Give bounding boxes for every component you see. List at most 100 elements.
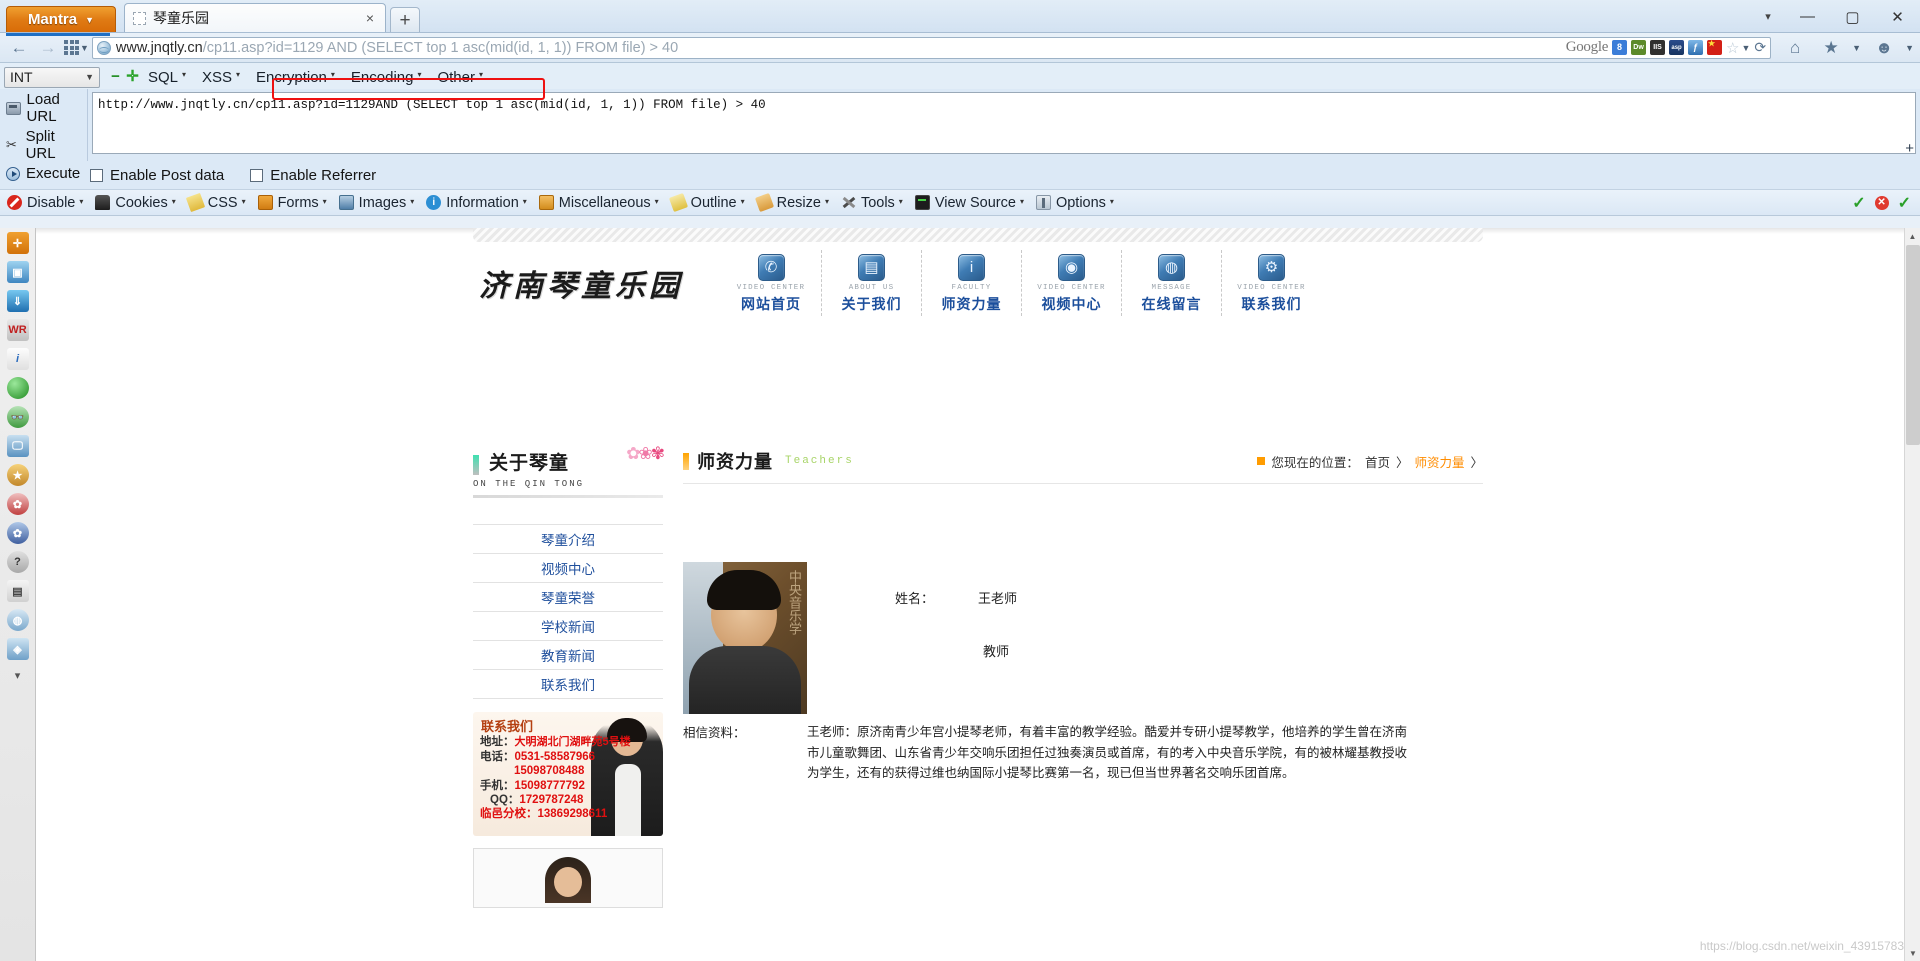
webdev-options[interactable]: Options [1035, 194, 1114, 211]
increment-icon[interactable]: ✛ [126, 69, 139, 84]
webdev-outline[interactable]: Outline [668, 192, 745, 213]
site-globe-icon [96, 40, 111, 55]
close-tab-icon[interactable]: × [363, 10, 377, 26]
extension-download-icon[interactable]: ⇓ [6, 290, 29, 312]
sidebar-item-honor[interactable]: 琴童荣誉 [473, 583, 663, 612]
scrollbar-thumb[interactable] [1906, 245, 1920, 445]
validation-pass-icon[interactable]: ✓ [1852, 193, 1865, 213]
extension-globe-icon[interactable]: ◍ [6, 609, 29, 631]
reload-icon[interactable]: ⟳ [1754, 39, 1766, 56]
apps-chevron-icon[interactable]: ▼ [80, 43, 89, 53]
webdev-miscellaneous[interactable]: Miscellaneous [538, 195, 659, 211]
extension-layers-icon[interactable]: ◈ [6, 638, 29, 660]
extension-monitor-icon[interactable]: 🖵 [6, 435, 29, 457]
sidebar-item-school-news[interactable]: 学校新闻 [473, 612, 663, 641]
validation-pass2-icon[interactable]: ✓ [1898, 193, 1911, 213]
scroll-up-icon[interactable]: ▲ [1905, 228, 1920, 244]
webdev-view-source[interactable]: View Source [914, 195, 1024, 211]
hackbar-add-icon[interactable]: + [1905, 140, 1914, 157]
extension-more-icon[interactable]: ▾ [15, 669, 21, 682]
google-badge-icon[interactable]: 8 [1612, 40, 1628, 55]
menu-encoding[interactable]: Encoding [351, 69, 421, 86]
execute-button[interactable]: Execute [0, 165, 87, 182]
breadcrumb-home-link[interactable]: 首页 [1365, 452, 1390, 471]
bookmark-star-icon[interactable]: ☆ [1726, 39, 1739, 57]
bookmark-chevron-icon[interactable]: ▼ [1742, 43, 1751, 53]
menu-sql[interactable]: SQL [148, 69, 186, 86]
extension-green-circle-icon[interactable] [6, 377, 29, 399]
dreamweaver-badge-icon[interactable]: Dw [1631, 40, 1647, 55]
sidebar-person-photo [545, 857, 591, 903]
bookmarks-chevron-icon[interactable]: ▼ [1852, 43, 1861, 53]
window-chevron-icon[interactable]: ▾ [1751, 10, 1785, 23]
webdev-cookies[interactable]: Cookies [95, 195, 176, 211]
sidebar-item-intro[interactable]: 琴童介绍 [473, 524, 663, 554]
extension-info-icon[interactable]: i [6, 348, 29, 370]
webdev-images[interactable]: Images [338, 195, 414, 211]
nav-item-message[interactable]: ◍ MESSAGE 在线留言 [1121, 250, 1221, 316]
enable-referrer-checkbox[interactable] [250, 168, 264, 182]
site-logo[interactable]: 济南琴童乐园 [473, 261, 703, 305]
forward-icon[interactable]: → [35, 39, 61, 56]
sidebar-item-edu-news[interactable]: 教育新闻 [473, 641, 663, 670]
resize-icon [754, 192, 774, 213]
nav-item-contact[interactable]: ⚙ VIDEO CENTER 联系我们 [1221, 250, 1321, 316]
menu-other[interactable]: Other [437, 69, 482, 86]
back-icon[interactable]: ← [6, 39, 32, 56]
iis-badge-icon[interactable]: IIS [1650, 40, 1666, 55]
enable-post-data-option[interactable]: Enable Post data [90, 167, 224, 184]
address-bar[interactable]: www.jnqtly.cn/cp11.asp?id=1129 AND (SELE… [91, 36, 1772, 59]
decrement-icon[interactable]: − [110, 69, 121, 84]
webdev-forms[interactable]: Forms [257, 195, 327, 211]
nav-about-cn: 关于我们 [841, 296, 902, 312]
webdev-disable[interactable]: Disable [7, 195, 84, 211]
apps-grid-icon[interactable] [64, 40, 79, 55]
site-body: 关于琴童 ON THE QIN TONG ✿❀✾ 琴童介绍 视频中心 琴童荣誉 [473, 326, 1483, 908]
extension-ruler-icon[interactable]: ▤ [6, 580, 29, 602]
webdev-resize[interactable]: Resize [754, 192, 829, 213]
close-window-button[interactable]: ✕ [1875, 2, 1920, 32]
webdev-css[interactable]: CSS [185, 192, 245, 213]
nav-item-faculty[interactable]: i FACULTY 师资力量 [921, 250, 1021, 316]
home-icon[interactable]: ⌂ [1782, 39, 1808, 56]
mantra-menu-button[interactable]: Mantra ▼ [6, 6, 116, 32]
extension-blue-gear-icon[interactable]: ✿ [6, 522, 29, 544]
sidebar-item-contact[interactable]: 联系我们 [473, 670, 663, 699]
extension-question-icon[interactable]: ? [6, 551, 29, 573]
scroll-down-icon[interactable]: ▼ [1905, 945, 1920, 961]
vertical-scrollbar[interactable]: ▲ ▼ [1904, 228, 1920, 961]
china-flag-icon[interactable] [1707, 40, 1723, 55]
nav-item-video[interactable]: ◉ VIDEO CENTER 视频中心 [1021, 250, 1121, 316]
minimize-button[interactable]: — [1785, 2, 1830, 32]
firefox-badge-icon[interactable]: ƒ [1688, 40, 1704, 55]
webdev-options-label: Options [1055, 194, 1106, 211]
load-url-button[interactable]: Load URL [0, 91, 87, 125]
menu-xss[interactable]: XSS [202, 69, 240, 86]
extension-window-icon[interactable]: ▣ [6, 261, 29, 283]
extension-glasses-icon[interactable]: 👓 [6, 406, 29, 428]
user-account-icon[interactable]: ☻ [1871, 39, 1897, 56]
split-url-button[interactable]: ✂ Split URL [0, 128, 87, 162]
nav-item-home[interactable]: ✆ VIDEO CENTER 网站首页 [721, 250, 821, 316]
aspnet-badge-icon[interactable]: asp [1669, 40, 1685, 55]
webdev-information[interactable]: i Information [426, 195, 526, 211]
nav-item-about[interactable]: ▤ ABOUT US 关于我们 [821, 250, 921, 316]
menu-encryption[interactable]: Encryption [256, 69, 335, 86]
hackbar-type-select[interactable]: INT ▼ [4, 66, 100, 88]
hackbar-url-textarea[interactable]: http://www.jnqtly.cn/cp11.asp?id=1129AND… [92, 92, 1916, 154]
extension-wr-icon[interactable]: WR [6, 319, 29, 341]
extension-orange-icon[interactable]: ✛ [6, 232, 29, 254]
extension-badge-icon[interactable]: ★ [6, 464, 29, 486]
new-tab-button[interactable]: + [390, 7, 420, 32]
content-header: 师资力量 Teachers 您现在的位置： 首页 〉 师资力量 〉 [683, 448, 1483, 479]
extension-red-icon[interactable]: ✿ [6, 493, 29, 515]
bookmarks-icon[interactable]: ★ [1818, 39, 1844, 56]
menu-chevron-icon[interactable]: ▼ [1905, 43, 1914, 53]
enable-post-data-checkbox[interactable] [90, 168, 103, 182]
webdev-tools[interactable]: Tools [841, 195, 903, 211]
enable-referrer-option[interactable]: Enable Referrer [250, 167, 376, 184]
validation-error-icon[interactable]: ✕ [1874, 195, 1889, 210]
maximize-button[interactable]: ▢ [1830, 2, 1875, 32]
sidebar-item-video[interactable]: 视频中心 [473, 554, 663, 583]
browser-tab[interactable]: 琴童乐园 × [124, 3, 386, 32]
